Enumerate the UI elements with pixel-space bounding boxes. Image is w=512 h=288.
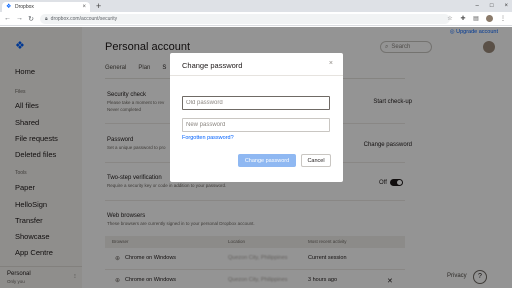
minimize-button[interactable]: – [476, 1, 479, 11]
close-window-button[interactable]: × [504, 1, 508, 11]
url-bar[interactable]: 🔒︎ dropbox.com/account/security [40, 14, 450, 24]
dropbox-favicon-icon: ❖ [6, 3, 12, 10]
window-controls: – □ × [476, 1, 508, 11]
browser-tab-bar: ❖ Dropbox × + – □ × [0, 0, 512, 12]
tab-title: Dropbox [15, 4, 34, 10]
submit-change-password-button[interactable]: Change password [238, 154, 296, 167]
address-bar-row: ← → ↻ 🔒︎ dropbox.com/account/security ☆ … [0, 12, 512, 26]
old-password-field[interactable] [182, 96, 330, 110]
reload-icon[interactable]: ↻ [28, 15, 34, 23]
dialog-divider [170, 75, 343, 76]
extension-icons: ☆ ✚ ▤ ⋮ [447, 15, 506, 22]
tab-close-icon[interactable]: × [82, 4, 86, 10]
extensions-icon[interactable]: ✚ [460, 16, 466, 22]
dialog-title: Change password [182, 61, 243, 70]
cancel-button[interactable]: Cancel [301, 154, 331, 167]
media-icon[interactable]: ▤ [473, 16, 479, 22]
lock-icon: 🔒︎ [45, 16, 48, 22]
profile-avatar[interactable] [486, 15, 493, 22]
star-icon[interactable]: ☆ [447, 16, 453, 22]
new-tab-button[interactable]: + [96, 1, 101, 11]
change-password-dialog: Change password × Forgotten password? Ch… [170, 53, 343, 182]
url-text: dropbox.com/account/security [50, 16, 118, 22]
forward-arrow-icon[interactable]: → [16, 15, 23, 22]
back-arrow-icon[interactable]: ← [4, 15, 11, 22]
maximize-button[interactable]: □ [490, 1, 494, 11]
more-menu-icon[interactable]: ⋮ [500, 16, 506, 22]
close-icon[interactable]: × [329, 60, 333, 67]
new-password-field[interactable] [182, 118, 330, 132]
browser-tab[interactable]: ❖ Dropbox × [2, 2, 90, 12]
forgotten-password-link[interactable]: Forgotten password? [182, 135, 234, 141]
